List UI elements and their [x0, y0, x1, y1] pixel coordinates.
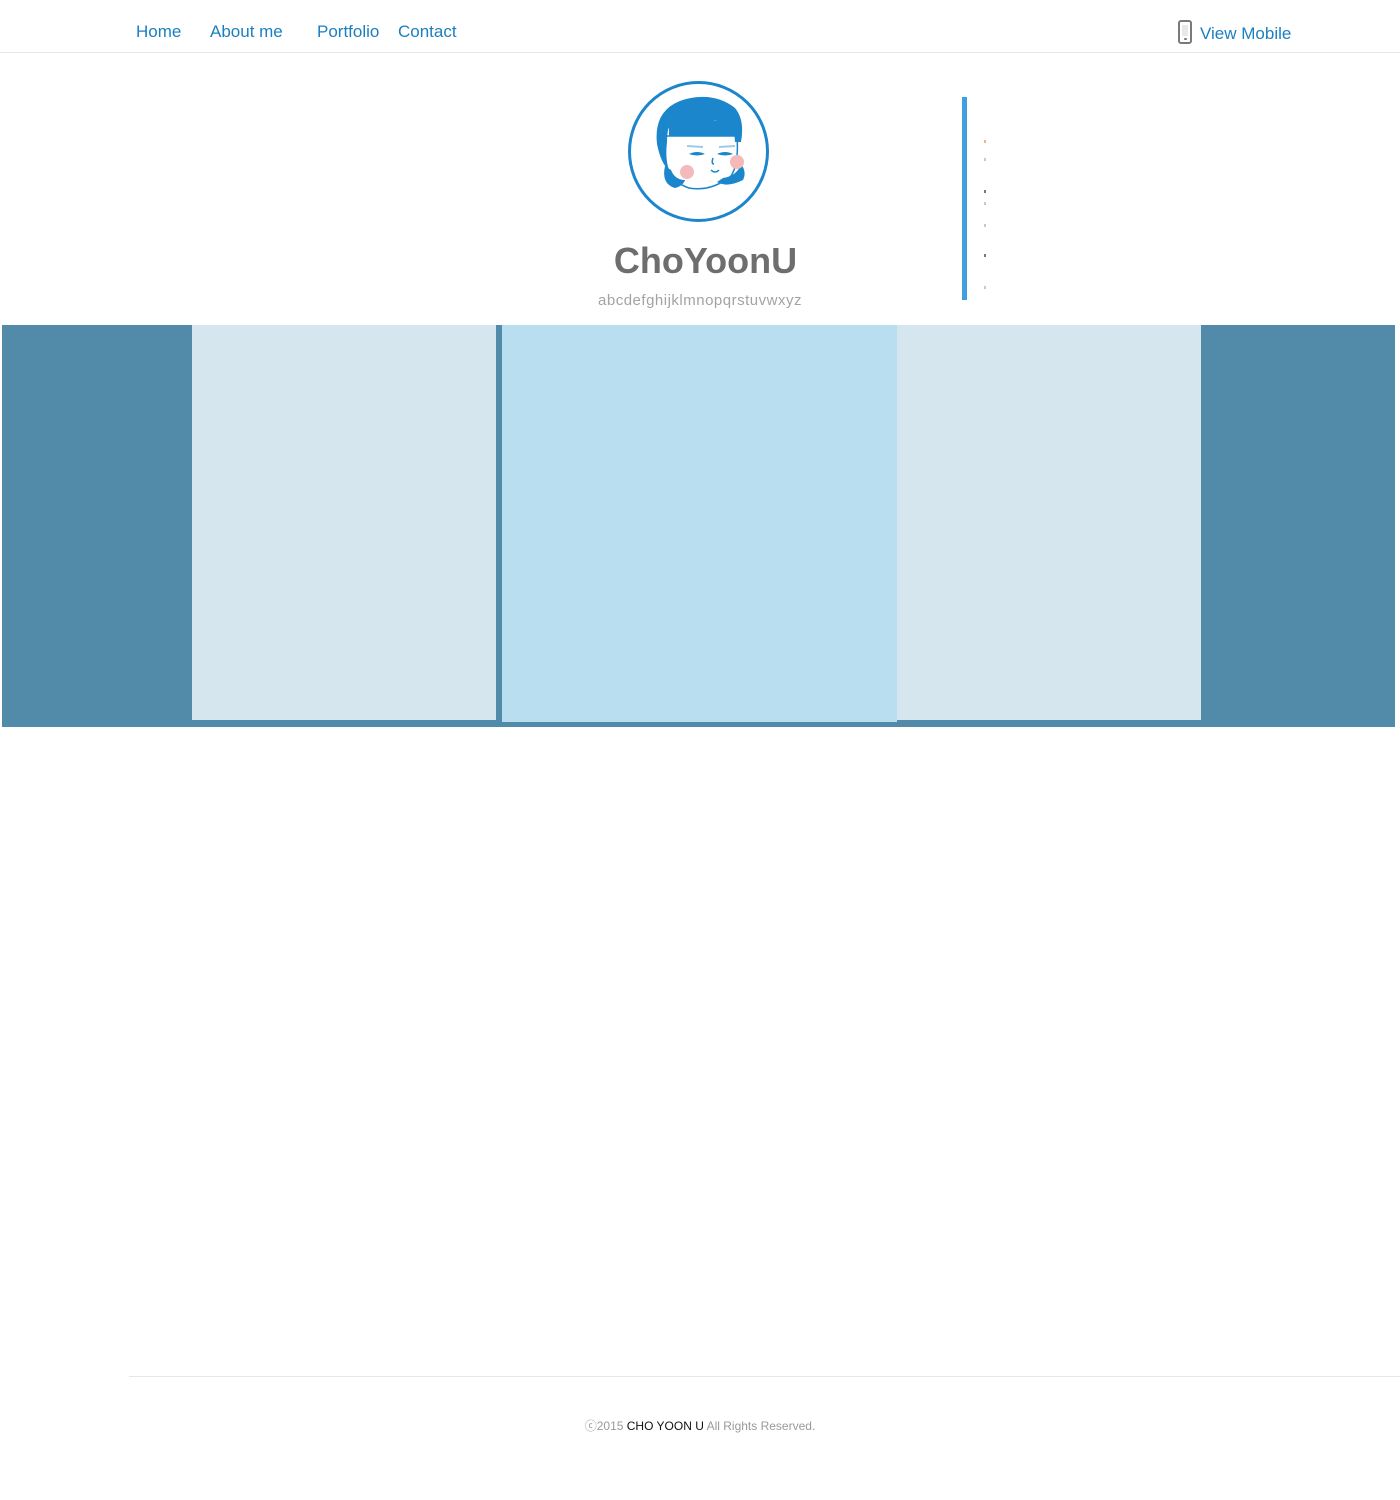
nav-home-link[interactable]: Home [136, 22, 181, 42]
slide-panel-left[interactable] [192, 325, 496, 720]
nav-about-link[interactable]: About me [210, 22, 283, 42]
site-subtitle: abcdefghijklmnopqrstuvwxyz [598, 292, 802, 309]
page: Home About me Portfolio Contact View Mob… [0, 0, 1400, 1500]
footer: ⓒ2015 CHO YOON U All Rights Reserved. [0, 1417, 1400, 1434]
slide-panel-right[interactable] [897, 325, 1201, 720]
footer-copyright: ⓒ2015 [584, 1419, 624, 1433]
footer-divider [129, 1376, 1400, 1377]
nav-contact-link[interactable]: Contact [398, 22, 457, 42]
top-navigation: Home About me Portfolio Contact View Mob… [0, 0, 1400, 53]
side-mark [984, 254, 986, 257]
side-mark [984, 190, 986, 193]
site-title: ChoYoonU [0, 240, 1400, 282]
side-accent-bar [962, 97, 967, 300]
side-mark [984, 202, 986, 205]
footer-rights: All Rights Reserved. [706, 1419, 816, 1433]
nav-portfolio-link[interactable]: Portfolio [317, 22, 379, 42]
image-slider[interactable] [2, 325, 1395, 727]
footer-owner: CHO YOON U [626, 1419, 704, 1433]
side-mark [984, 224, 986, 227]
slide-panel-center[interactable] [502, 325, 897, 722]
view-mobile-label: View Mobile [1200, 24, 1292, 43]
mobile-phone-icon [1178, 20, 1192, 44]
view-mobile-link[interactable]: View Mobile [1178, 16, 1291, 44]
side-mark [984, 286, 986, 289]
avatar [628, 81, 769, 222]
site-title-text: ChoYoonU [613, 240, 798, 281]
side-mark [984, 158, 986, 161]
girl-face-icon [656, 96, 745, 190]
side-mark [984, 140, 986, 143]
